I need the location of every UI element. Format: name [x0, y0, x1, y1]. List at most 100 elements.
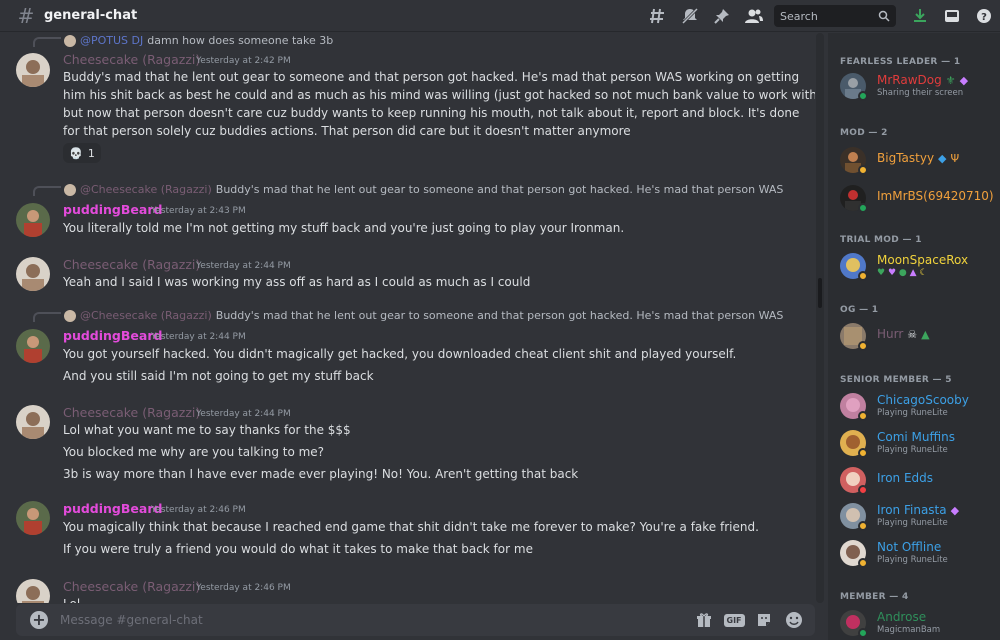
message-input[interactable]: Message #general-chat: [60, 613, 695, 627]
member-comimuffins[interactable]: Comi Muffins Playing RuneLite: [840, 428, 1000, 464]
member-activity: MagicmanBam: [877, 625, 941, 635]
member-immrbs[interactable]: ImMrBS(69420710): [840, 183, 1000, 219]
status-online-icon: [858, 203, 868, 213]
member-name: Iron Finasta ◆: [877, 503, 960, 517]
help-icon[interactable]: ?: [968, 0, 1000, 32]
badge-icon: ⚜: [945, 74, 956, 87]
reply-author[interactable]: @Cheesecake (Ragazzi): [80, 183, 212, 196]
message-line: Lol what you want me to say thanks for t…: [63, 423, 351, 437]
member-moonspacerox[interactable]: MoonSpaceRox ♥ ♥ ● ▲ ☾: [840, 251, 1000, 287]
svg-text:?: ?: [981, 12, 987, 23]
channel-header: # general-chat Search ?: [0, 0, 1000, 32]
member-chicagoscooby[interactable]: ChicagoScooby Playing RuneLite: [840, 391, 1000, 427]
reply-connector: [33, 312, 61, 322]
status-idle-icon: [858, 558, 868, 568]
reply-author[interactable]: @POTUS DJ: [80, 34, 143, 47]
search-input[interactable]: Search: [774, 5, 896, 27]
channel-hash-icon: #: [17, 3, 35, 28]
gift-icon[interactable]: [695, 611, 713, 629]
reply-preview[interactable]: @POTUS DJ damn how does someone take 3b: [64, 34, 784, 47]
member-name: MrRawDog ⚜ ◆: [877, 73, 969, 87]
member-ironedds[interactable]: Iron Edds: [840, 465, 1000, 501]
reply-avatar: [64, 309, 76, 322]
member-name: Not Offline: [877, 540, 942, 554]
status-idle-icon: [858, 448, 868, 458]
avatar[interactable]: [16, 405, 50, 439]
status-online-icon: [858, 91, 868, 101]
member-group-header: FEARLESS LEADER — 1: [840, 57, 961, 67]
message-timestamp: Yesterday at 2:44 PM: [196, 261, 291, 271]
message-author[interactable]: Cheesecake (Ragazzi): [63, 405, 200, 420]
message-author[interactable]: Cheesecake (Ragazzi): [63, 257, 200, 272]
threads-icon[interactable]: [642, 0, 674, 32]
emoji-icon[interactable]: [785, 611, 803, 629]
member-hurr[interactable]: Hurr ☠ ▲: [840, 321, 1000, 357]
member-group-header: OG — 1: [840, 305, 879, 315]
member-activity: Playing RuneLite: [877, 408, 948, 418]
reply-preview[interactable]: @Cheesecake (Ragazzi) Buddy's mad that h…: [64, 183, 784, 196]
message-author[interactable]: puddingBeard: [63, 501, 162, 516]
reaction-count: 1: [87, 146, 95, 160]
inbox-icon[interactable]: [936, 0, 968, 32]
message-composer: + Message #general-chat GIF: [16, 604, 815, 636]
member-ironfinasta[interactable]: Iron Finasta ◆ Playing RuneLite: [840, 501, 1000, 537]
avatar[interactable]: [16, 579, 50, 603]
message-line: If you were truly a friend you would do …: [63, 542, 533, 556]
dragon-icon: ▲: [921, 328, 930, 341]
message-timestamp: Yesterday at 2:44 PM: [151, 332, 246, 342]
reply-preview[interactable]: @Cheesecake (Ragazzi) Buddy's mad that h…: [64, 309, 784, 322]
status-idle-icon: [858, 411, 868, 421]
pin-icon[interactable]: [706, 0, 738, 32]
scrollbar-track[interactable]: [816, 33, 824, 603]
avatar[interactable]: [16, 329, 50, 363]
reaction-emoji: 💀: [69, 146, 83, 160]
reply-text: Buddy's mad that he lent out gear to som…: [215, 183, 784, 196]
reply-text: Buddy's mad that he lent out gear to som…: [215, 309, 784, 322]
member-mrrawdog[interactable]: MrRawDog ⚜ ◆ Sharing their screen: [840, 71, 1000, 107]
reply-connector: [33, 37, 61, 47]
reaction-skull[interactable]: 💀 1: [63, 143, 101, 163]
member-name: ChicagoScooby: [877, 393, 969, 407]
member-name: MoonSpaceRox: [877, 253, 969, 267]
status-dnd-icon: [858, 485, 868, 495]
message-author[interactable]: puddingBeard: [63, 328, 162, 343]
sticker-icon[interactable]: [755, 611, 773, 629]
gif-icon[interactable]: GIF: [723, 611, 745, 629]
member-badges: ♥ ♥ ● ▲ ☾: [877, 268, 928, 278]
avatar[interactable]: [16, 257, 50, 291]
download-icon[interactable]: [904, 0, 936, 32]
message-author[interactable]: puddingBeard: [63, 202, 162, 217]
status-idle-icon: [858, 341, 868, 351]
nitro-gem-icon: ◆: [950, 504, 960, 517]
search-icon: [878, 10, 890, 22]
member-group-header: SENIOR MEMBER — 5: [840, 375, 952, 385]
message-line: You literally told me I'm not getting my…: [63, 221, 625, 235]
members-icon[interactable]: [738, 0, 770, 32]
member-androse[interactable]: Androse MagicmanBam: [840, 608, 1000, 640]
diamond-icon: ◆: [938, 152, 947, 165]
message-timestamp: Yesterday at 2:42 PM: [196, 56, 291, 66]
member-activity: Playing RuneLite: [877, 555, 948, 565]
reply-avatar: [64, 183, 76, 196]
message-line: You got yourself hacked. You didn't magi…: [63, 347, 737, 361]
member-bigtastyy[interactable]: BigTastyy ◆ Ψ: [840, 145, 1000, 181]
upload-plus-button[interactable]: +: [30, 611, 48, 629]
member-activity: Sharing their screen: [877, 88, 964, 98]
member-activity: Playing RuneLite: [877, 445, 948, 455]
avatar[interactable]: [16, 53, 50, 87]
avatar[interactable]: [16, 203, 50, 237]
status-idle-icon: [858, 271, 868, 281]
member-name: Androse: [877, 610, 927, 624]
message-author[interactable]: Cheesecake (Ragazzi): [63, 52, 200, 67]
status-idle-icon: [858, 521, 868, 531]
reply-author[interactable]: @Cheesecake (Ragazzi): [80, 309, 212, 322]
status-idle-icon: [858, 165, 868, 175]
mute-icon[interactable]: [674, 0, 706, 32]
member-notoffline[interactable]: Not Offline Playing RuneLite: [840, 538, 1000, 574]
avatar[interactable]: [16, 501, 50, 535]
scrollbar-thumb[interactable]: [818, 278, 822, 308]
message-author[interactable]: Cheesecake (Ragazzi): [63, 579, 200, 594]
message-timestamp: Yesterday at 2:43 PM: [151, 206, 246, 216]
member-name: Iron Edds: [877, 471, 934, 485]
message-line: You magically think that because I reach…: [63, 520, 759, 534]
